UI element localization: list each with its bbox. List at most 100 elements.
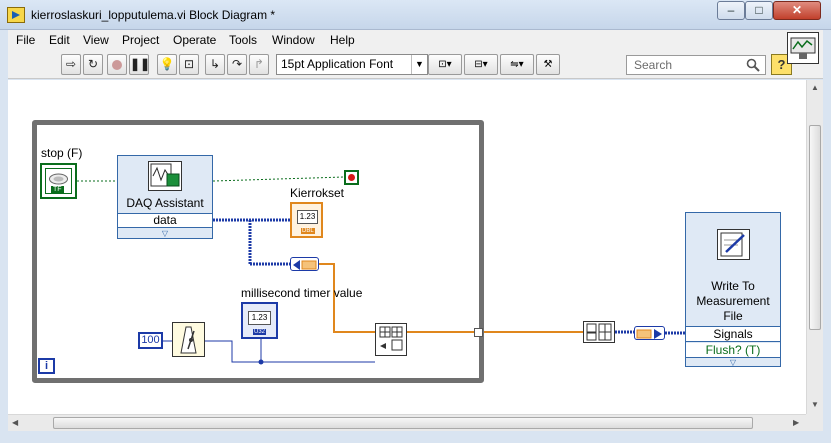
distribute-objects-button[interactable]: ⊟▾ xyxy=(464,54,498,75)
clean-up-diagram-button[interactable]: ⚒ xyxy=(536,54,560,75)
menu-window[interactable]: Window xyxy=(272,33,315,47)
timer-label: millisecond timer value xyxy=(241,286,363,300)
vertical-scroll-thumb[interactable] xyxy=(809,125,821,330)
conversion-icon xyxy=(636,329,662,339)
step-into-button[interactable]: ↳ xyxy=(205,54,225,75)
merge-signals-icon xyxy=(379,326,403,351)
write-title: Write To Measurement File xyxy=(696,279,770,323)
clean-up-icon: ⚒ xyxy=(543,59,553,70)
chevron-down-icon: ▼ xyxy=(411,55,427,74)
step-into-icon: ↳ xyxy=(209,57,221,71)
menu-help[interactable]: Help xyxy=(330,33,355,47)
build-waveform-icon xyxy=(586,323,612,341)
window-title: kierroslaskuri_lopputulema.vi Block Diag… xyxy=(31,8,276,22)
pause-button[interactable]: ❚❚ xyxy=(129,54,151,75)
daq-assistant-title: DAQ Assistant xyxy=(126,196,204,210)
scroll-down-icon[interactable]: ▼ xyxy=(811,400,819,409)
stop-label: stop (F) xyxy=(41,146,83,160)
menu-tools[interactable]: Tools xyxy=(229,33,257,47)
align-icon: ⊡▾ xyxy=(438,59,452,70)
menu-operate[interactable]: Operate xyxy=(173,33,216,47)
expand-arrow-icon[interactable]: ▽ xyxy=(686,358,780,367)
menu-view[interactable]: View xyxy=(83,33,109,47)
reorder-button[interactable]: ⇋▾ xyxy=(500,54,534,75)
close-button[interactable]: ✕ xyxy=(773,1,821,20)
write-to-measurement-file-express-vi[interactable]: Write To Measurement File Signals Flush?… xyxy=(685,212,781,367)
run-arrow-icon: ⇨ xyxy=(65,57,77,71)
write-file-icon xyxy=(717,229,750,260)
run-button[interactable]: ⇨ xyxy=(61,54,81,75)
daq-assistant-express-vi[interactable]: DAQ Assistant data ▽ xyxy=(117,155,213,239)
retain-wire-values-button[interactable]: ⊡ xyxy=(179,54,199,75)
font-select-value: 15pt Application Font xyxy=(281,57,394,71)
search-placeholder: Search xyxy=(634,58,673,72)
horizontal-scrollbar[interactable]: ◀ ▶ xyxy=(8,414,806,431)
toolbar: ⇨ ↻ ❚❚ 💡 ⊡ ↳ ↷ ↱ 15pt Application Font ▼… xyxy=(8,51,823,79)
scroll-corner xyxy=(806,414,823,431)
retain-wire-icon: ⊡ xyxy=(183,57,195,71)
labview-app-icon xyxy=(7,7,25,23)
search-icon xyxy=(746,58,760,72)
reorder-icon: ⇋▾ xyxy=(510,59,524,70)
write-input-signals[interactable]: Signals xyxy=(686,326,780,342)
write-input-flush[interactable]: Flush? (T) xyxy=(686,343,780,358)
horizontal-scroll-thumb[interactable] xyxy=(53,417,753,429)
step-out-icon: ↱ xyxy=(253,57,265,71)
daq-output-data[interactable]: data xyxy=(118,213,212,228)
kierrokset-label: Kierrokset xyxy=(290,186,345,200)
pause-icon: ❚❚ xyxy=(130,57,151,71)
menu-project[interactable]: Project xyxy=(122,33,159,47)
search-input[interactable]: Search xyxy=(626,55,766,75)
menu-bar: File Edit View Project Operate Tools Win… xyxy=(8,30,823,51)
scroll-up-icon[interactable]: ▲ xyxy=(811,83,819,92)
while-loop[interactable] xyxy=(32,120,484,383)
step-over-icon: ↷ xyxy=(231,57,243,71)
step-out-button[interactable]: ↱ xyxy=(249,54,269,75)
vi-connector-icon xyxy=(790,37,816,59)
merge-signals-function[interactable] xyxy=(375,323,407,356)
close-icon: ✕ xyxy=(791,3,803,17)
help-icon: ? xyxy=(777,57,786,72)
scroll-left-icon[interactable]: ◀ xyxy=(12,418,18,427)
scroll-right-icon[interactable]: ▶ xyxy=(793,418,799,427)
lightbulb-icon: 💡 xyxy=(159,57,175,71)
loop-iteration-terminal[interactable]: i xyxy=(38,358,55,374)
menu-edit[interactable]: Edit xyxy=(49,33,70,47)
distribute-icon: ⊟▾ xyxy=(474,59,488,70)
minimize-button[interactable]: – xyxy=(717,1,745,20)
loop-output-tunnel[interactable] xyxy=(474,328,483,337)
align-objects-button[interactable]: ⊡▾ xyxy=(428,54,462,75)
build-waveform-function[interactable] xyxy=(583,321,615,343)
wait-constant[interactable]: 100 xyxy=(138,332,163,349)
millisecond-timer-indicator[interactable]: 1.23 U32 xyxy=(241,302,278,339)
dbl-type-badge: DBL xyxy=(301,228,315,234)
minimize-icon: – xyxy=(727,3,735,17)
convert-to-dynamic-data[interactable] xyxy=(634,326,665,340)
convert-from-dynamic-data[interactable] xyxy=(290,257,319,271)
wait-until-next-ms-multiple[interactable] xyxy=(172,322,205,357)
vi-icon[interactable] xyxy=(787,32,819,64)
metronome-icon xyxy=(180,326,197,354)
kierrokset-value: 1.23 xyxy=(297,210,318,224)
timer-value: 1.23 xyxy=(248,311,271,325)
labview-window: kierroslaskuri_lopputulema.vi Block Diag… xyxy=(0,0,831,443)
menu-file[interactable]: File xyxy=(16,33,35,47)
run-continuously-button[interactable]: ↻ xyxy=(83,54,103,75)
u32-type-badge: U32 xyxy=(253,329,267,335)
highlight-execution-button[interactable]: 💡 xyxy=(157,54,177,75)
maximize-icon: □ xyxy=(755,3,763,17)
step-over-button[interactable]: ↷ xyxy=(227,54,247,75)
daq-assistant-icon xyxy=(148,161,182,191)
stop-control-terminal[interactable]: TF xyxy=(40,163,77,199)
expand-arrow-icon[interactable]: ▽ xyxy=(118,229,212,238)
block-diagram-canvas[interactable]: i stop (F) TF DAQ Assistant data ▽ Kierr… xyxy=(8,80,806,414)
loop-condition-terminal[interactable] xyxy=(344,170,359,185)
title-bar[interactable]: kierroslaskuri_lopputulema.vi Block Diag… xyxy=(0,0,831,30)
kierrokset-indicator[interactable]: 1.23 DBL xyxy=(290,202,323,238)
vertical-scrollbar[interactable]: ▲ ▼ xyxy=(806,80,823,414)
conversion-icon xyxy=(293,260,317,270)
run-continuously-icon: ↻ xyxy=(87,57,99,71)
abort-button[interactable] xyxy=(107,54,127,75)
font-select[interactable]: 15pt Application Font ▼ xyxy=(276,54,428,75)
maximize-button[interactable]: □ xyxy=(745,1,773,20)
